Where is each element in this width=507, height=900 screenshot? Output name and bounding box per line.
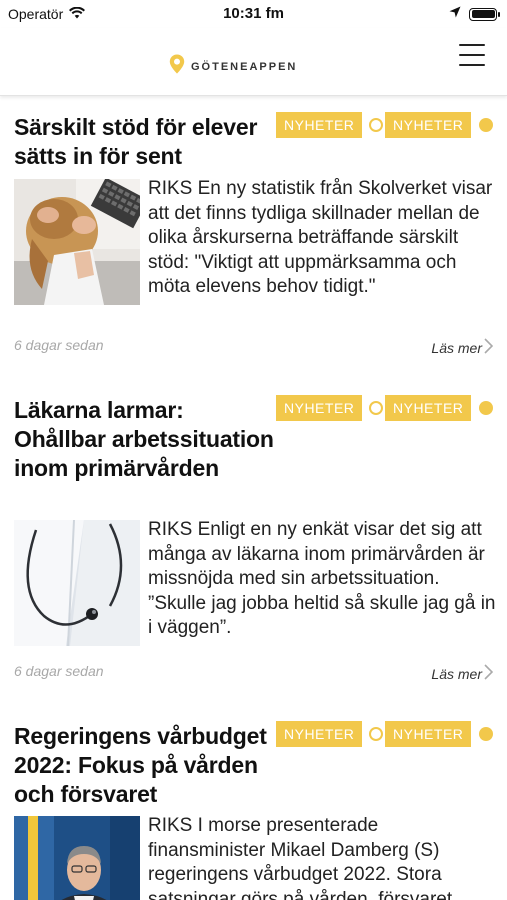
article-time: 6 dagar sedan <box>14 663 104 679</box>
read-more-label: Läs mer <box>431 665 482 682</box>
article-title[interactable]: Läkarna larmar: Ohållbar arbetssituation… <box>14 396 276 483</box>
ring-icon <box>369 401 383 415</box>
chevron-right-icon <box>484 338 494 357</box>
article-thumbnail[interactable] <box>14 520 140 646</box>
read-more-link[interactable]: Läs mer <box>431 338 494 357</box>
ring-icon <box>369 727 383 741</box>
category-tag[interactable]: NYHETER <box>385 721 472 747</box>
chevron-right-icon <box>484 664 494 683</box>
article-thumbnail[interactable] <box>14 816 140 900</box>
article-excerpt: RIKS Enligt en ny enkät visar det sig at… <box>148 519 496 638</box>
article-excerpt: RIKS En ny statistik från Skolverket vis… <box>148 178 493 297</box>
clock: 10:31 fm <box>223 5 284 22</box>
article-title[interactable]: Regeringens vårbudget 2022: Fokus på vår… <box>14 722 276 809</box>
dot-icon <box>479 401 493 415</box>
status-right <box>449 5 500 23</box>
read-more-link[interactable]: Läs mer <box>431 664 494 683</box>
hamburger-menu-icon[interactable] <box>459 44 485 66</box>
logo-text: GÖTENEAPPEN <box>191 60 298 73</box>
location-arrow-icon <box>449 5 461 23</box>
article-title[interactable]: Särskilt stöd för elever sätts in för se… <box>14 113 276 171</box>
read-more-label: Läs mer <box>431 339 482 356</box>
status-bar: Operatör 10:31 fm <box>0 0 507 28</box>
battery-icon <box>469 7 500 21</box>
app-logo[interactable]: GÖTENEAPPEN <box>169 54 297 79</box>
location-pin-icon <box>169 54 185 79</box>
category-tag[interactable]: NYHETER <box>276 395 363 421</box>
news-feed[interactable]: Särskilt stöd för elever sätts in för se… <box>0 97 507 900</box>
category-tag[interactable]: NYHETER <box>276 721 363 747</box>
article-time: 6 dagar sedan <box>14 337 104 353</box>
dot-icon <box>479 118 493 132</box>
category-tag[interactable]: NYHETER <box>385 395 472 421</box>
dot-icon <box>479 727 493 741</box>
article-excerpt: RIKS I morse presenterade finansminister… <box>148 815 453 900</box>
ring-icon <box>369 118 383 132</box>
category-tag[interactable]: NYHETER <box>276 112 363 138</box>
app-header: GÖTENEAPPEN <box>0 28 507 96</box>
category-tag[interactable]: NYHETER <box>385 112 472 138</box>
article-thumbnail[interactable] <box>14 179 140 305</box>
